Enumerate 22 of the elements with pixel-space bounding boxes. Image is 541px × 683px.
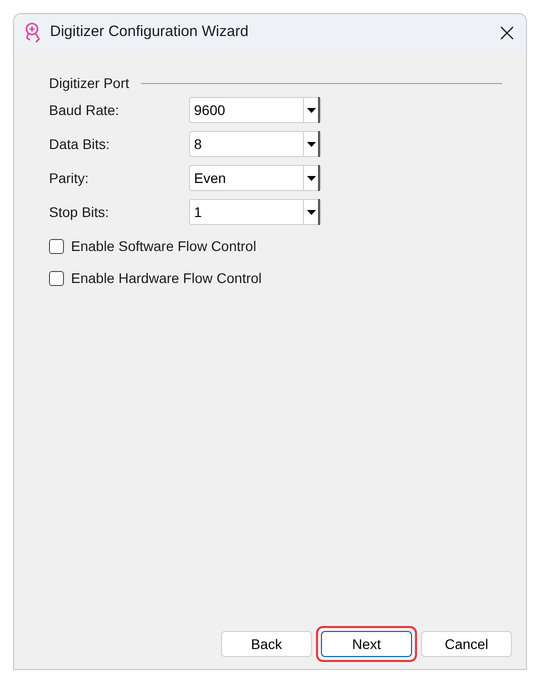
field-label: Stop Bits: — [49, 202, 110, 222]
dropdown[interactable]: 9600 — [189, 97, 321, 123]
checkbox-label: Enable Software Flow Control — [71, 236, 256, 256]
dropdown[interactable]: 1 — [189, 199, 321, 225]
caret-icon — [306, 210, 316, 214]
field-label: Baud Rate: — [49, 100, 120, 120]
caret-icon — [306, 108, 316, 112]
dropdown[interactable]: 8 — [189, 131, 321, 157]
caret-icon — [306, 142, 316, 146]
field-label: Parity: — [49, 168, 90, 188]
dropdown[interactable]: Even — [189, 165, 321, 191]
dialog-button[interactable]: Back — [221, 631, 312, 657]
checkbox[interactable] — [49, 238, 64, 254]
checkbox[interactable] — [49, 270, 64, 286]
caret-icon — [306, 176, 316, 180]
dialog-button[interactable]: Next — [321, 631, 412, 657]
group-title: Digitizer Port — [49, 74, 130, 93]
checkbox-label: Enable Hardware Flow Control — [71, 268, 262, 288]
field-label: Data Bits: — [49, 134, 111, 154]
window-title: Digitizer Configuration Wizard — [50, 22, 250, 42]
close-icon[interactable] — [500, 26, 514, 40]
dialog-button[interactable]: Cancel — [421, 631, 512, 657]
